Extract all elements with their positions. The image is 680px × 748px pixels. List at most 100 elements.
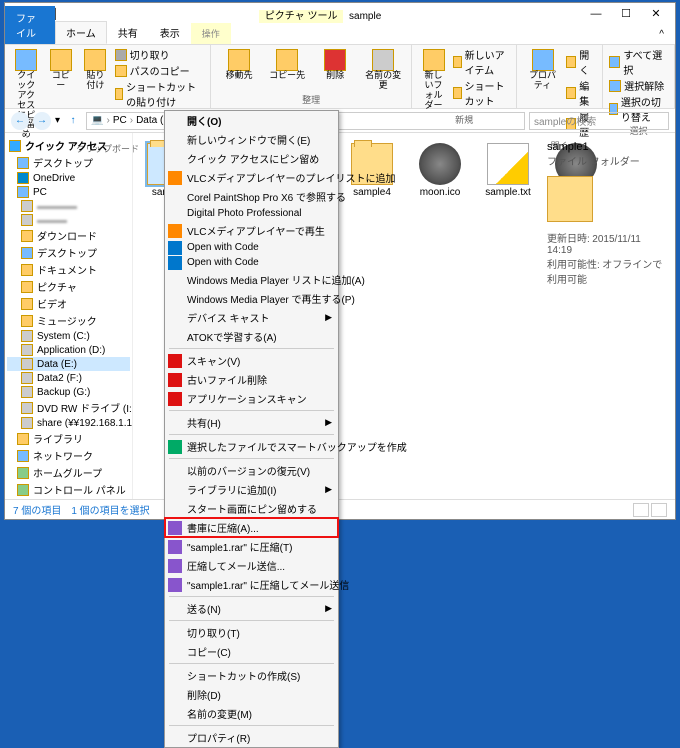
nav-documents[interactable]: ドキュメント: [7, 261, 130, 278]
new-item-button[interactable]: 新しいアイテム: [453, 47, 510, 77]
ribbon-tabs: ファイル ホーム 共有 表示 操作 ^: [5, 25, 675, 45]
tab-file[interactable]: ファイル: [5, 6, 55, 44]
context-item[interactable]: 書庫に圧縮(A)...: [165, 518, 338, 537]
copy-to-button[interactable]: コピー先: [265, 47, 309, 83]
context-item[interactable]: 送る(N)▶: [165, 599, 338, 618]
preview-thumbnail: [547, 176, 593, 222]
av-icon: [168, 354, 182, 368]
view-details-button[interactable]: [633, 503, 649, 517]
new-folder-button[interactable]: 新しいフォルダー: [418, 47, 449, 113]
context-item[interactable]: 切り取り(T): [165, 623, 338, 642]
nav-music[interactable]: ミュージック: [7, 312, 130, 329]
nav-control[interactable]: コントロール パネル: [7, 481, 130, 498]
nav-appd[interactable]: Application (D:): [7, 343, 130, 357]
nav-desktop[interactable]: デスクトップ: [7, 154, 130, 171]
context-item[interactable]: VLCメディアプレイヤーで再生: [165, 221, 338, 240]
nav-share[interactable]: share (¥¥192.168.1.18) (Z:): [7, 416, 130, 430]
file-label: moon.ico: [420, 187, 461, 198]
file-label: sample.txt: [485, 187, 531, 198]
cut-button[interactable]: 切り取り: [115, 47, 205, 62]
properties-button[interactable]: プロパティ: [523, 47, 562, 93]
nav-backup[interactable]: Backup (G:): [7, 385, 130, 399]
new-shortcut-button[interactable]: ショートカット: [453, 78, 510, 108]
status-bar: 7 個の項目 1 個の項目を選択: [5, 499, 675, 519]
forward-button[interactable]: →: [33, 112, 51, 130]
nav-item[interactable]: ▬▬▬: [7, 213, 130, 227]
ribbon-collapse-icon[interactable]: ^: [648, 25, 675, 44]
context-item[interactable]: スキャン(V): [165, 351, 338, 370]
nav-datae[interactable]: Data (E:): [7, 357, 130, 371]
context-item[interactable]: 圧縮してメール送信...: [165, 556, 338, 575]
context-item[interactable]: クイック アクセスにピン留め: [165, 149, 338, 168]
history-dropdown-icon[interactable]: ▾: [55, 115, 60, 126]
pc-icon: 💻: [91, 115, 103, 126]
status-count: 7 個の項目: [13, 502, 61, 517]
rename-button[interactable]: 名前の変更: [361, 47, 405, 93]
context-item[interactable]: アプリケーションスキャン: [165, 389, 338, 408]
nav-downloads[interactable]: ダウンロード: [7, 227, 130, 244]
nav-homegroup[interactable]: ホームグループ: [7, 464, 130, 481]
nav-dvd[interactable]: DVD RW ドライブ (I:): [7, 399, 130, 416]
tab-home[interactable]: ホーム: [55, 21, 107, 44]
context-item[interactable]: Open with Code: [165, 240, 338, 255]
context-item[interactable]: Open with Code: [165, 255, 338, 270]
move-to-button[interactable]: 移動先: [217, 47, 261, 83]
delete-button[interactable]: 削除: [313, 47, 357, 83]
ribbon: クイック アクセスにピン留め コピー 貼り付け 切り取り パスのコピー ショート…: [5, 45, 675, 109]
nav-data2[interactable]: Data2 (F:): [7, 371, 130, 385]
nav-library[interactable]: ライブラリ: [7, 430, 130, 447]
context-item[interactable]: Digital Photo Professional: [165, 206, 338, 221]
nav-sysc[interactable]: System (C:): [7, 329, 130, 343]
up-button[interactable]: ↑: [64, 112, 82, 130]
nav-desktop2[interactable]: デスクトップ: [7, 244, 130, 261]
view-large-button[interactable]: [651, 503, 667, 517]
context-item[interactable]: Windows Media Player で再生する(P): [165, 289, 338, 308]
search-input[interactable]: sampleの検索: [529, 112, 669, 130]
copy-path-button[interactable]: パスのコピー: [115, 63, 205, 78]
nav-network[interactable]: ネットワーク: [7, 447, 130, 464]
context-item[interactable]: 開く(O): [165, 111, 338, 130]
nav-pictures[interactable]: ピクチャ: [7, 278, 130, 295]
nav-item[interactable]: ▬▬▬▬: [7, 199, 130, 213]
copy-button[interactable]: コピー: [46, 47, 77, 93]
nav-quick-access[interactable]: クイック アクセス: [7, 137, 130, 154]
context-item[interactable]: 古いファイル削除: [165, 370, 338, 389]
context-item[interactable]: コピー(C): [165, 642, 338, 661]
paste-button[interactable]: 貼り付け: [80, 47, 111, 93]
context-item[interactable]: ATOKで学習する(A): [165, 327, 338, 346]
context-item[interactable]: 新しいウィンドウで開く(E): [165, 130, 338, 149]
context-item[interactable]: VLCメディアプレイヤーのプレイリストに追加: [165, 168, 338, 187]
select-none-button[interactable]: 選択解除: [609, 78, 668, 93]
open-button[interactable]: 開く: [566, 47, 596, 77]
context-item[interactable]: 選択したファイルでスマートバックアップを作成: [165, 437, 338, 456]
nav-onedrive[interactable]: OneDrive: [7, 171, 130, 185]
close-button[interactable]: ✕: [641, 5, 671, 23]
file-item[interactable]: sample.txt: [483, 143, 533, 198]
tab-tool[interactable]: 操作: [191, 23, 231, 44]
select-all-button[interactable]: すべて選択: [609, 47, 668, 77]
nav-videos[interactable]: ビデオ: [7, 295, 130, 312]
context-item[interactable]: Windows Media Player リストに追加(A): [165, 270, 338, 289]
context-item[interactable]: 削除(D): [165, 685, 338, 704]
nav-pc[interactable]: PC: [7, 185, 130, 199]
maximize-button[interactable]: ☐: [611, 5, 641, 23]
tab-view[interactable]: 表示: [149, 21, 191, 44]
file-item[interactable]: moon.ico: [415, 143, 465, 198]
context-item[interactable]: Corel PaintShop Pro X6 で参照する: [165, 187, 338, 206]
context-item[interactable]: 名前の変更(M): [165, 704, 338, 723]
tab-share[interactable]: 共有: [107, 21, 149, 44]
edit-button[interactable]: 編集: [566, 78, 596, 108]
minimize-button[interactable]: —: [581, 5, 611, 23]
context-item[interactable]: 共有(H)▶: [165, 413, 338, 432]
context-item[interactable]: ライブラリに追加(I)▶: [165, 480, 338, 499]
context-item[interactable]: "sample1.rar" に圧縮(T): [165, 537, 338, 556]
back-button[interactable]: ←: [11, 112, 29, 130]
context-item[interactable]: "sample1.rar" に圧縮してメール送信: [165, 575, 338, 594]
context-item[interactable]: デバイス キャスト▶: [165, 308, 338, 327]
context-item[interactable]: 以前のバージョンの復元(V): [165, 461, 338, 480]
submenu-arrow-icon: ▶: [325, 603, 332, 614]
context-item[interactable]: スタート画面にピン留めする: [165, 499, 338, 518]
context-item[interactable]: プロパティ(R): [165, 728, 338, 747]
context-item[interactable]: ショートカットの作成(S): [165, 666, 338, 685]
paste-shortcut-button[interactable]: ショートカットの貼り付け: [115, 79, 205, 109]
